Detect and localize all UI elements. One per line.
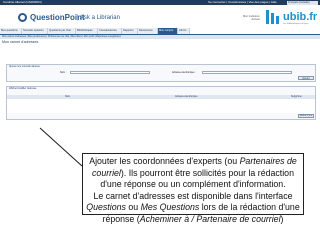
callout-text-2f: Acheminer à / Partenaire de courriel — [139, 213, 281, 224]
callout-text-2b: Questions — [86, 202, 126, 213]
callout-pointer-line — [39, 127, 83, 167]
callout-text-2c: ou — [125, 202, 141, 213]
callout-text-2d: Mes Questions — [140, 202, 200, 213]
annotation-callout: Ajouter les coordonnées d'experts (ou Pa… — [82, 153, 304, 224]
callout-text-1a: Ajouter les coordonnées d'experts (ou — [89, 156, 240, 166]
callout-text-1c: ). Ils pourront être sollicités pour la … — [100, 167, 294, 190]
callout-text-2a: Le carnet d'adresses est disponible dans… — [93, 190, 293, 201]
callout-text-2g: ) — [280, 213, 284, 224]
